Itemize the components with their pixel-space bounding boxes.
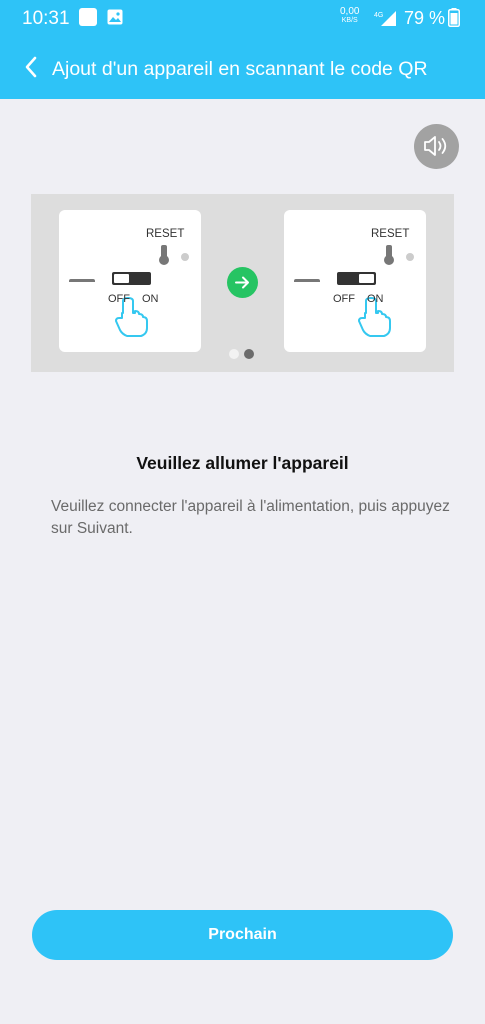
signal-icon: 4G (374, 11, 396, 26)
net-speed-unit: KB/S (341, 17, 358, 24)
battery-percent: 79 % (404, 8, 446, 28)
instruction-illustration: RESET OFF ON RESET OFF ON (31, 194, 454, 372)
page-title: Ajout d'un appareil en scannant le code … (52, 58, 428, 80)
reset-label: RESET (146, 228, 185, 240)
off-label: OFF (108, 293, 130, 305)
device-switch-off-card: RESET OFF ON (59, 210, 201, 352)
page-dot-1[interactable] (229, 349, 239, 359)
notification-square-icon (79, 8, 97, 26)
on-label: ON (367, 293, 384, 305)
on-label: ON (142, 293, 159, 305)
reset-label: RESET (371, 228, 410, 240)
network-type-label: 4G (374, 12, 383, 19)
status-time: 10:31 (22, 8, 70, 29)
page-dot-2-active[interactable] (244, 349, 254, 359)
speaker-button[interactable] (414, 124, 459, 169)
net-speed-value: 0,00 (340, 6, 360, 17)
back-chevron-icon[interactable] (20, 54, 42, 80)
next-button[interactable]: Prochain (32, 910, 453, 960)
battery-icon (448, 8, 460, 27)
image-icon (107, 9, 123, 25)
off-label: OFF (333, 293, 355, 305)
speaker-icon (424, 136, 447, 156)
net-speed: 0,00 KB/S (340, 7, 359, 25)
status-bar: 10:31 0,00 KB/S 4G 79 % (0, 0, 485, 36)
device-switch-on-card: RESET OFF ON (284, 210, 426, 352)
page-indicator (229, 349, 259, 361)
app-header: 10:31 0,00 KB/S 4G 79 % Ajout d'un appar… (0, 0, 485, 99)
instruction-description: Veuillez connecter l'appareil à l'alimen… (51, 498, 450, 537)
arrow-right-icon (227, 267, 258, 298)
instruction-heading: Veuillez allumer l'appareil (136, 453, 349, 473)
